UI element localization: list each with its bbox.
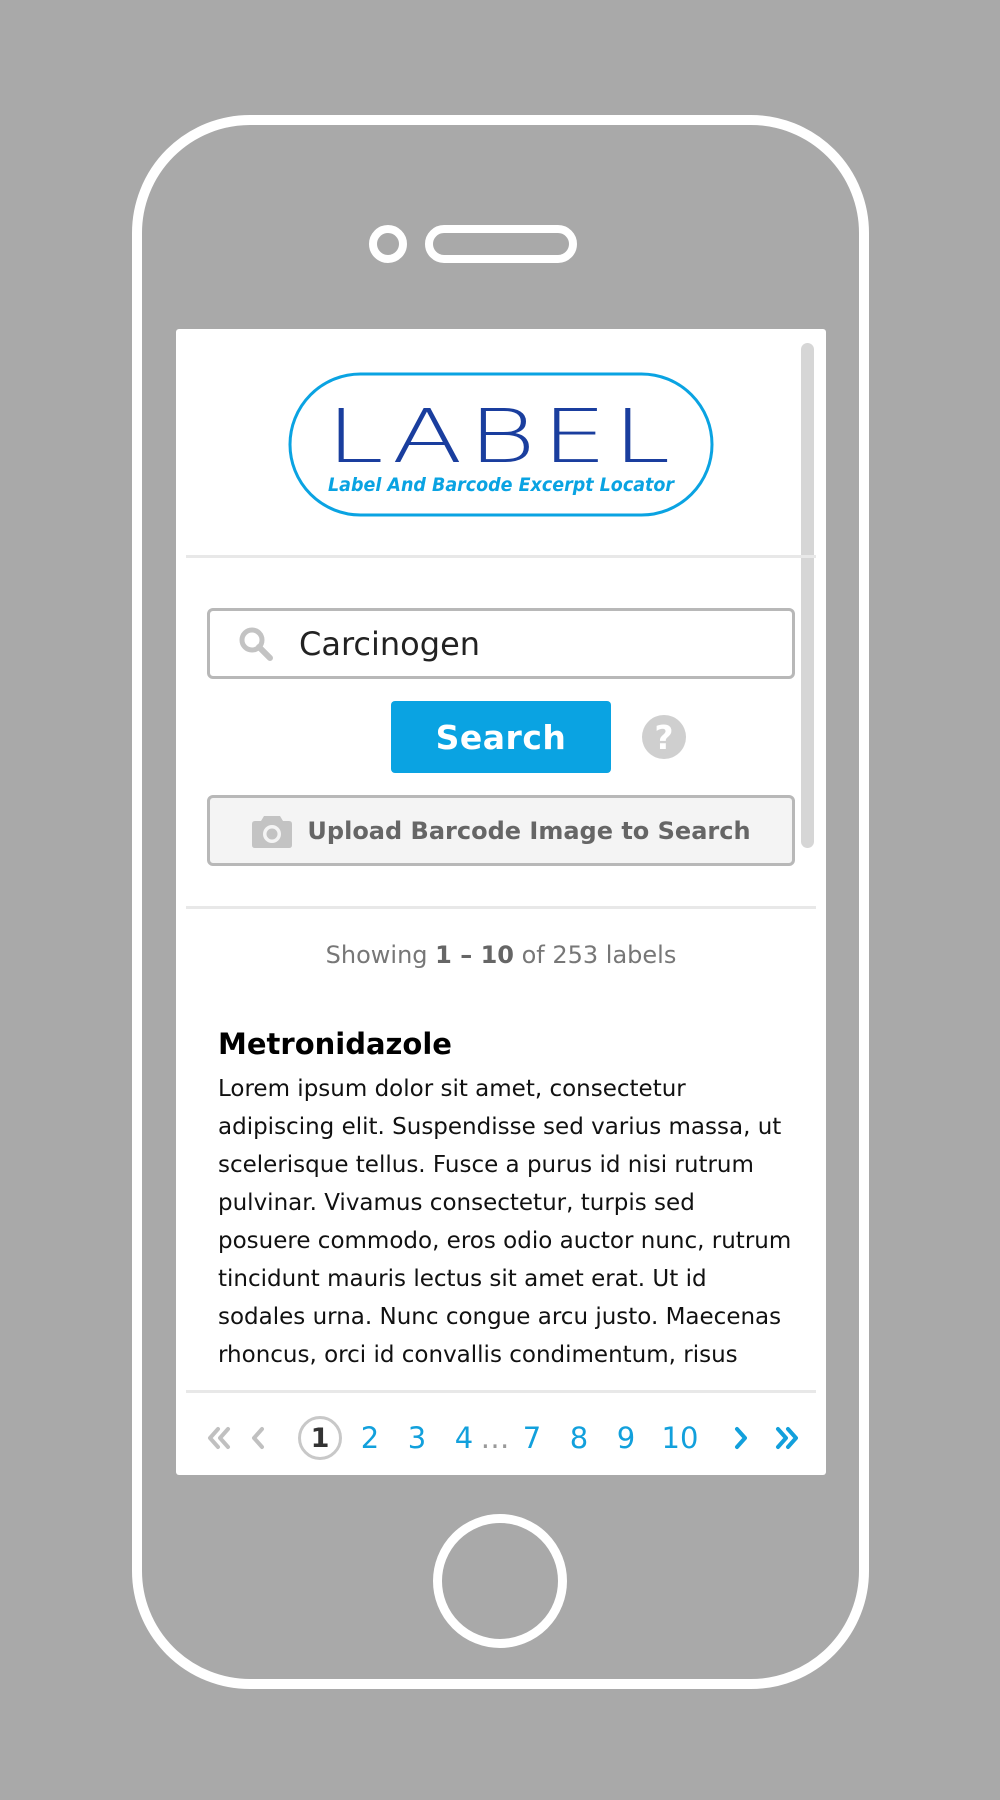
results-count-prefix: Showing <box>325 941 428 969</box>
page-ellipsis: … <box>480 1421 510 1455</box>
chevron-right-icon[interactable] <box>729 1403 753 1473</box>
phone-camera <box>369 225 407 263</box>
search-button[interactable]: Search <box>391 701 611 773</box>
result-title[interactable]: Metronidazole <box>218 1027 452 1061</box>
results-count: Showing 1 – 10 of 253 labels <box>176 941 826 969</box>
page-link[interactable]: 2 <box>354 1403 386 1473</box>
question-mark-icon[interactable]: ? <box>642 715 686 759</box>
page-link[interactable]: 9 <box>610 1403 642 1473</box>
camera-icon <box>251 813 293 849</box>
pagination-divider <box>186 1390 816 1393</box>
result-excerpt: Lorem ipsum dolor sit amet, consectetur … <box>218 1076 792 1368</box>
logo-title: LABEL <box>326 394 676 480</box>
page-link[interactable]: 3 <box>401 1403 433 1473</box>
double-chevron-left-icon[interactable] <box>204 1403 234 1473</box>
page-link[interactable]: 7 <box>516 1403 548 1473</box>
logo-tagline: Label And Barcode Excerpt Locator <box>328 474 675 496</box>
search-input[interactable] <box>299 624 759 663</box>
upload-button-label: Upload Barcode Image to Search <box>307 816 751 845</box>
pagination: 1 2 3 4 … 7 8 9 10 <box>176 1403 826 1473</box>
search-icon <box>239 627 273 661</box>
label-logo: LABEL Label And Barcode Excerpt Locator <box>288 372 714 517</box>
page-link[interactable]: 4 <box>448 1403 480 1473</box>
upload-barcode-button[interactable]: Upload Barcode Image to Search <box>207 795 795 866</box>
header-divider <box>186 555 816 558</box>
page-link[interactable]: 10 <box>658 1403 702 1473</box>
home-button[interactable] <box>433 1514 567 1648</box>
page-link[interactable]: 8 <box>563 1403 595 1473</box>
search-field[interactable] <box>207 608 795 679</box>
app-screen: LABEL Label And Barcode Excerpt Locator … <box>176 329 826 1475</box>
scrollbar[interactable] <box>801 343 814 848</box>
double-chevron-right-icon[interactable] <box>772 1403 802 1473</box>
page-current[interactable]: 1 <box>298 1416 342 1460</box>
chevron-left-icon[interactable] <box>246 1403 270 1473</box>
results-count-suffix: of 253 labels <box>521 941 677 969</box>
results-count-range: 1 – 10 <box>435 941 514 969</box>
phone-speaker <box>425 225 577 263</box>
search-divider <box>186 906 816 909</box>
